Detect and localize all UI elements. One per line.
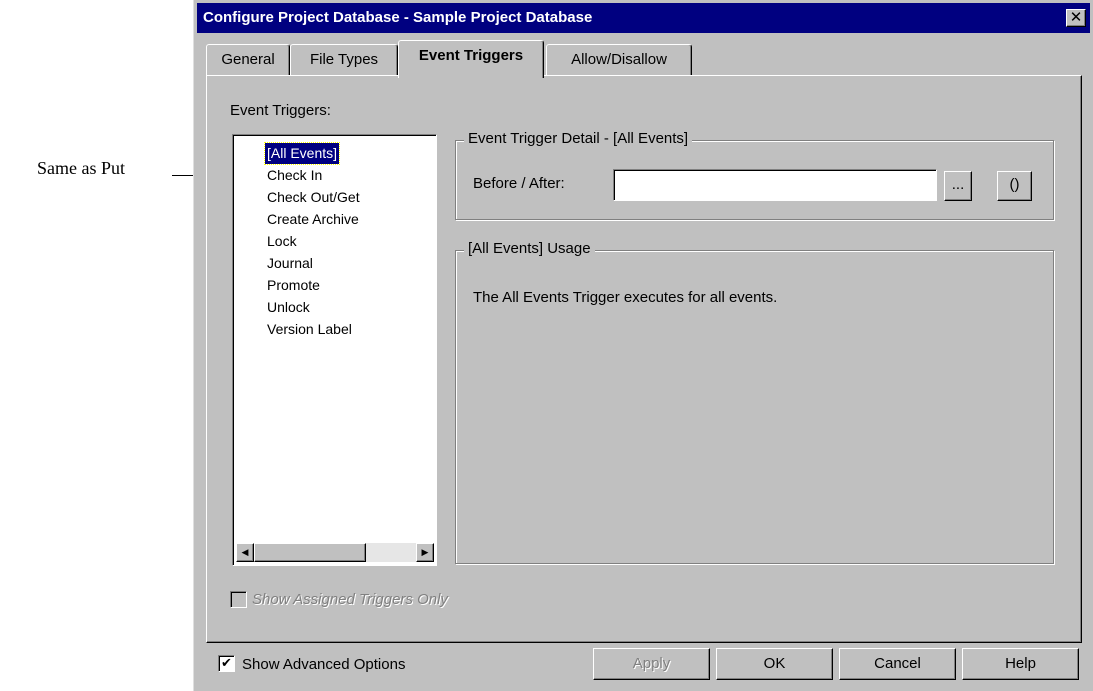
usage-group: [All Events] Usage The All Events Trigge…: [455, 240, 1054, 564]
event-triggers-label: Event Triggers:: [230, 102, 331, 119]
cancel-label: Cancel: [874, 655, 921, 672]
scroll-left-button[interactable]: ◀: [236, 543, 254, 562]
group-legend: Event Trigger Detail - [All Events]: [464, 130, 693, 147]
annotation-label: Same as Put: [37, 158, 125, 178]
scroll-thumb[interactable]: [254, 543, 366, 562]
list-item-lock[interactable]: Lock: [265, 231, 299, 252]
group-legend: [All Events] Usage: [464, 240, 595, 257]
tab-label: General: [221, 51, 275, 68]
tab-label: Event Triggers: [418, 47, 524, 64]
list-item-all-events[interactable]: [All Events]: [263, 142, 341, 165]
usage-text: The All Events Trigger executes for all …: [473, 289, 778, 306]
tab-label: File Types: [309, 51, 379, 68]
apply-button[interactable]: Apply: [593, 648, 710, 680]
list-item-check-in[interactable]: Check In: [265, 165, 324, 186]
horizontal-scrollbar[interactable]: ◀ ▶: [236, 543, 434, 562]
apply-label: Apply: [632, 655, 671, 672]
list-item-promote[interactable]: Promote: [265, 275, 322, 296]
ok-button[interactable]: OK: [716, 648, 833, 680]
show-assigned-triggers-label: Show Assigned Triggers Only: [252, 591, 448, 608]
show-assigned-triggers-checkbox[interactable]: [230, 591, 247, 608]
list-item-unlock[interactable]: Unlock: [265, 297, 312, 318]
parameters-button[interactable]: (): [997, 171, 1032, 201]
close-button[interactable]: ✕: [1066, 9, 1086, 27]
before-after-input[interactable]: [613, 169, 937, 201]
help-label: Help: [1005, 655, 1036, 672]
show-advanced-options-label: Show Advanced Options: [242, 656, 406, 673]
list-item-journal[interactable]: Journal: [265, 253, 315, 274]
configure-project-database-dialog: Configure Project Database - Sample Proj…: [193, 0, 1093, 691]
event-trigger-detail-group: Event Trigger Detail - [All Events] Befo…: [455, 130, 1054, 220]
dialog-title: Configure Project Database - Sample Proj…: [203, 9, 593, 26]
browse-button[interactable]: ...: [944, 171, 972, 201]
checkmark-icon: ✔: [221, 655, 232, 670]
browse-label: ...: [951, 176, 965, 193]
scroll-left-icon: ◀: [241, 547, 249, 557]
scroll-right-icon: ▶: [421, 547, 429, 557]
list-item-check-out-get[interactable]: Check Out/Get: [265, 187, 362, 208]
list-item-create-archive[interactable]: Create Archive: [265, 209, 361, 230]
ok-label: OK: [763, 655, 786, 672]
title-bar: Configure Project Database - Sample Proj…: [197, 3, 1090, 33]
tab-event-triggers[interactable]: Event Triggers: [398, 40, 544, 78]
list-item-version-label[interactable]: Version Label: [265, 319, 354, 340]
help-button[interactable]: Help: [962, 648, 1079, 680]
tab-general[interactable]: General: [206, 44, 290, 76]
show-advanced-options-checkbox[interactable]: ✔: [218, 655, 235, 672]
close-icon: ✕: [1069, 9, 1083, 26]
before-after-label: Before / After:: [473, 175, 565, 192]
tab-allow-disallow[interactable]: Allow/Disallow: [546, 44, 692, 76]
parameters-label: (): [1009, 176, 1020, 193]
tab-file-types[interactable]: File Types: [290, 44, 398, 76]
event-triggers-list[interactable]: [All Events] Check In Check Out/Get Crea…: [232, 134, 437, 566]
scroll-right-button[interactable]: ▶: [416, 543, 434, 562]
tab-label: Allow/Disallow: [571, 51, 667, 68]
cancel-button[interactable]: Cancel: [839, 648, 956, 680]
